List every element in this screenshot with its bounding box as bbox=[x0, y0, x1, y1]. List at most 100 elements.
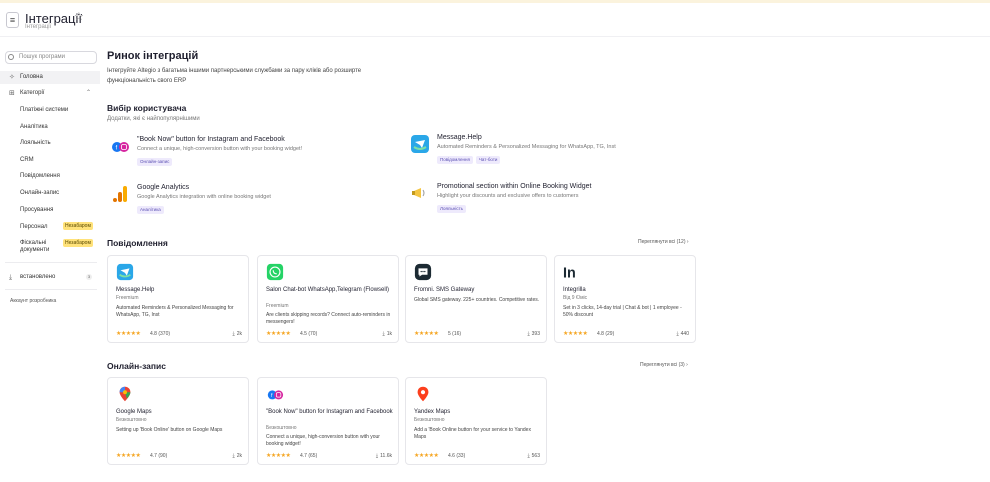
card-installs: 563 bbox=[527, 453, 540, 459]
category-tag[interactable]: Онлайн-запис bbox=[137, 158, 173, 166]
message-help-icon bbox=[411, 135, 429, 153]
sidebar-item-categories[interactable]: ⊞ Категорії ⌃ bbox=[0, 87, 100, 100]
sidebar-item-label: Категорії bbox=[20, 90, 45, 96]
category-tag[interactable]: Чат-боти bbox=[475, 156, 501, 164]
facebook-instagram-icon: f bbox=[267, 390, 284, 400]
sidebar-sub-booking[interactable]: Онлайн-запис bbox=[20, 190, 59, 196]
app-card-salon-chatbot[interactable]: Salon Chat-bot WhatsApp,Telegram (Flowse… bbox=[257, 255, 399, 343]
pick-name: Message.Help bbox=[437, 134, 482, 141]
sidebar-item-home[interactable]: ✧ Головна bbox=[0, 71, 100, 84]
picks-subheading: Додатки, які є найпопулярнішими bbox=[107, 116, 200, 122]
download-icon: ⤓ bbox=[9, 274, 13, 281]
card-rating: 4.8 (370) bbox=[150, 331, 171, 337]
app-card-book-now[interactable]: f "Book Now" button for Instagram and Fa… bbox=[257, 377, 399, 465]
category-tag[interactable]: Повідомлення bbox=[437, 156, 473, 164]
rating-stars: ★★★★★ bbox=[116, 453, 141, 459]
card-price: Freemium bbox=[266, 303, 289, 309]
search-icon bbox=[8, 54, 14, 60]
card-installs: 1k bbox=[383, 331, 392, 337]
home-icon: ✧ bbox=[9, 74, 15, 81]
sidebar-sub-staff[interactable]: Персонал bbox=[20, 224, 48, 230]
search-input[interactable]: Пошук програми bbox=[5, 51, 97, 64]
sidebar-item-label: Головна bbox=[20, 74, 43, 80]
rating-stars: ★★★★★ bbox=[563, 331, 588, 337]
pick-message-help[interactable]: Message.Help Automated Reminders & Perso… bbox=[407, 134, 667, 174]
pick-book-now[interactable]: f "Book Now" button for Instagram and Fa… bbox=[107, 136, 367, 176]
menu-icon[interactable]: ≡ bbox=[6, 12, 19, 28]
sidebar-item-label: встановлено bbox=[20, 274, 56, 280]
soon-badge: Незабаром bbox=[63, 222, 93, 230]
messages-heading: Повідомлення bbox=[107, 238, 168, 248]
rating-stars: ★★★★★ bbox=[266, 331, 291, 337]
sidebar-sub-loyalty[interactable]: Лояльність bbox=[20, 140, 51, 146]
sidebar-sub-messages[interactable]: Повідомлення bbox=[20, 173, 60, 179]
google-analytics-icon bbox=[113, 186, 127, 202]
rating-stars: ★★★★★ bbox=[414, 453, 439, 459]
sidebar-sub-payments[interactable]: Платіжні системи bbox=[20, 107, 68, 113]
card-installs: 440 bbox=[676, 331, 689, 337]
whatsapp-icon bbox=[266, 263, 284, 281]
pick-desc: Google Analytics integration with online… bbox=[137, 194, 271, 200]
page-header: ≡ Інтеграції ☆ Інтеграції bbox=[0, 3, 990, 37]
yandex-maps-pin-icon bbox=[417, 386, 429, 402]
card-price: Безкоштовно bbox=[116, 417, 147, 423]
card-rating: 5 (16) bbox=[448, 331, 462, 337]
card-name: Salon Chat-bot WhatsApp,Telegram (Flowse… bbox=[266, 287, 390, 293]
sidebar-sub-promotion[interactable]: Просування bbox=[20, 207, 53, 213]
pick-google-analytics[interactable]: Google Analytics Google Analytics integr… bbox=[107, 184, 367, 224]
booking-see-all-link[interactable]: Переглянути всі (3) › bbox=[640, 362, 688, 368]
card-desc: Add a 'Book Online button for your servi… bbox=[414, 427, 531, 440]
app-card-integrilla[interactable]: In Integrilla Від 9 €/міс Set in 3 click… bbox=[554, 255, 696, 343]
booking-heading: Онлайн-запис bbox=[107, 361, 166, 371]
card-name: Message.Help bbox=[116, 287, 155, 293]
card-installs: 2k bbox=[233, 331, 242, 337]
developer-account-link[interactable]: Аккаунт розробника bbox=[10, 298, 56, 304]
card-rating: 4.5 (70) bbox=[300, 331, 318, 337]
card-rating: 4.7 (65) bbox=[300, 453, 318, 459]
category-tag[interactable]: Лояльність bbox=[437, 205, 467, 213]
card-price: Freemium bbox=[116, 295, 139, 301]
soon-badge: Незабаром bbox=[63, 239, 93, 247]
messages-see-all-link[interactable]: Переглянути всі (12) › bbox=[638, 239, 689, 245]
page-heading: Ринок інтеграцій bbox=[107, 50, 199, 62]
app-card-fromni[interactable]: Fromni. SMS Gateway Global SMS gateway. … bbox=[405, 255, 547, 343]
sidebar-sub-fiscal[interactable]: Фіскальні документи bbox=[20, 240, 60, 254]
sidebar-sub-crm[interactable]: CRM bbox=[20, 157, 34, 163]
app-card-google-maps[interactable]: Google Maps Безкоштовно Setting up 'Book… bbox=[107, 377, 249, 465]
card-price: Безкоштовно bbox=[266, 425, 297, 431]
card-desc: Automated Reminders & Personalized Messa… bbox=[116, 305, 234, 318]
card-desc: Global SMS gateway. 225+ countries. Comp… bbox=[414, 297, 540, 303]
card-rating: 4.8 (29) bbox=[597, 331, 615, 337]
favorite-star-icon[interactable]: ☆ bbox=[74, 10, 84, 23]
card-installs: 11.6k bbox=[376, 453, 392, 459]
message-help-icon bbox=[116, 263, 134, 281]
card-name: Integrilla bbox=[563, 287, 586, 293]
app-card-message-help[interactable]: Message.Help Freemium Automated Reminder… bbox=[107, 255, 249, 343]
pick-name: Promotional section within Online Bookin… bbox=[437, 183, 592, 190]
category-tag[interactable]: Аналітика bbox=[137, 206, 164, 214]
card-rating: 4.7 (90) bbox=[150, 453, 168, 459]
rating-stars: ★★★★★ bbox=[414, 331, 439, 337]
intro-text: Інтегруйте Altegio з багатьма іншими пар… bbox=[107, 68, 362, 84]
google-maps-icon bbox=[119, 386, 131, 402]
card-price: Від 9 €/міс bbox=[563, 295, 588, 301]
chevron-up-icon: ⌃ bbox=[86, 90, 92, 96]
fromni-chat-icon bbox=[414, 263, 432, 281]
rating-stars: ★★★★★ bbox=[116, 331, 141, 337]
card-installs: 393 bbox=[527, 331, 540, 337]
pick-promotional-section[interactable]: Promotional section within Online Bookin… bbox=[407, 183, 667, 223]
card-desc: Set in 3 clicks, 14-day trial | Chat & b… bbox=[563, 305, 682, 318]
installed-count: 3 bbox=[86, 274, 92, 280]
pick-desc: Highlight your discounts and exclusive o… bbox=[437, 193, 579, 199]
card-name: "Book Now" button for Instagram and Face… bbox=[266, 409, 393, 415]
sidebar-divider bbox=[5, 262, 97, 263]
pick-name: "Book Now" button for Instagram and Face… bbox=[137, 136, 285, 143]
app-card-yandex-maps[interactable]: Yandex Maps Безкоштовно Add a 'Book Onli… bbox=[405, 377, 547, 465]
facebook-instagram-icon: f bbox=[112, 142, 129, 152]
card-installs: 2k bbox=[233, 453, 242, 459]
sidebar-sub-analytics[interactable]: Аналітика bbox=[20, 124, 48, 130]
rating-stars: ★★★★★ bbox=[266, 453, 291, 459]
sidebar-item-installed[interactable]: ⤓ встановлено 3 bbox=[0, 271, 100, 284]
card-price: Безкоштовно bbox=[414, 417, 445, 423]
pick-desc: Connect a unique, high-conversion button… bbox=[137, 146, 303, 152]
